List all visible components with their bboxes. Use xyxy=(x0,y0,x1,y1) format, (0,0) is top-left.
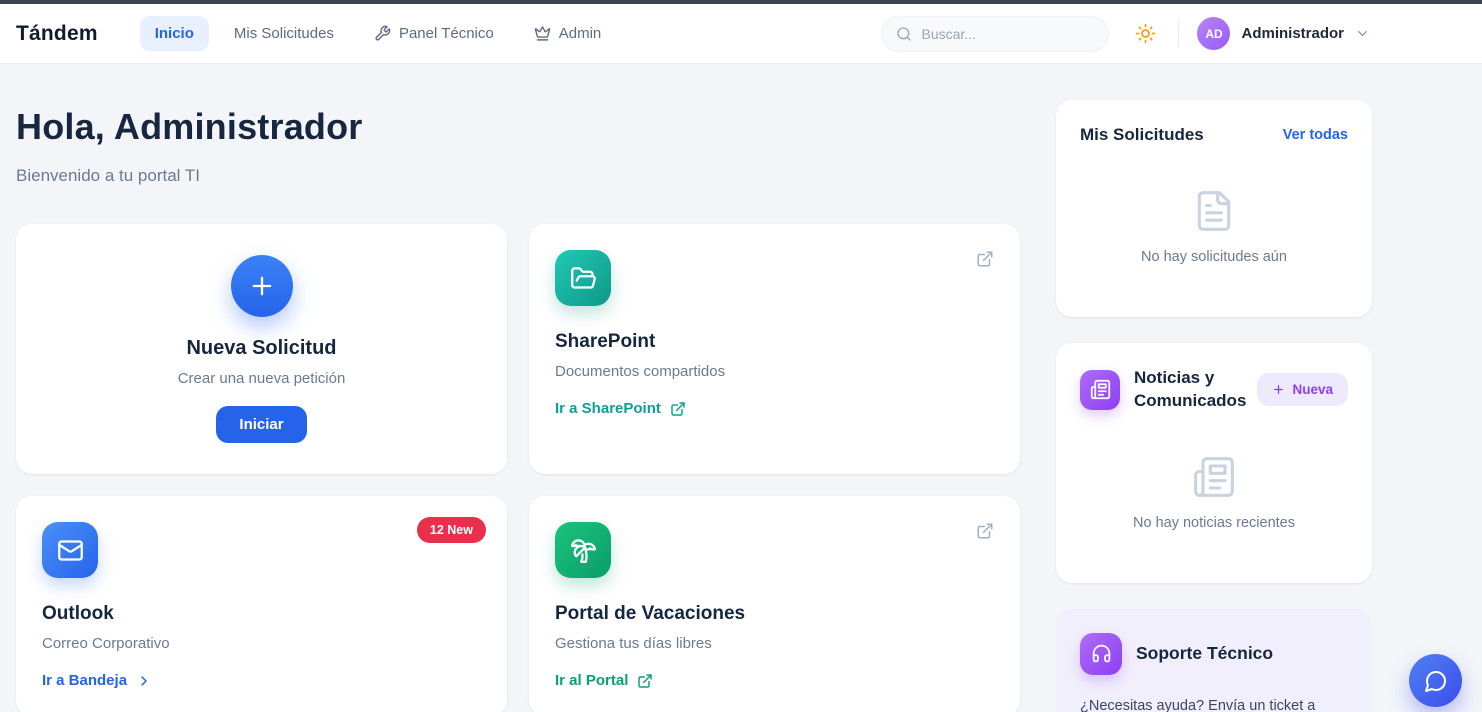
headset-icon xyxy=(1080,633,1122,675)
empty-text: No hay noticias recientes xyxy=(1080,515,1348,531)
content-column: Hola, Administrador Bienvenido a tu port… xyxy=(16,100,1020,712)
search-input[interactable] xyxy=(921,26,1094,42)
external-link-icon xyxy=(637,673,653,689)
nav-item-admin[interactable]: Admin xyxy=(519,16,617,51)
external-link-icon[interactable] xyxy=(976,250,994,268)
newspaper-icon xyxy=(1192,455,1236,499)
nav-item-inicio[interactable]: Inicio xyxy=(140,16,209,51)
nueva-noticia-button[interactable]: Nueva xyxy=(1257,373,1348,406)
search-box[interactable] xyxy=(881,16,1109,52)
message-bubble-icon xyxy=(1424,669,1448,693)
external-link-icon[interactable] xyxy=(976,522,994,540)
brand-logo: Tándem xyxy=(16,22,98,46)
file-text-icon xyxy=(1192,189,1236,233)
sidebar-card-soporte: Soporte Técnico ¿Necesitas ayuda? Envía … xyxy=(1056,609,1372,712)
user-menu[interactable]: AD Administrador xyxy=(1197,17,1370,50)
soporte-body-text: ¿Necesitas ayuda? Envía un ticket a nues… xyxy=(1080,695,1348,712)
card-vacaciones[interactable]: Portal de Vacaciones Gestiona tus días l… xyxy=(529,496,1020,712)
folder-open-icon xyxy=(555,250,611,306)
nav-item-label: Mis Solicitudes xyxy=(234,25,334,42)
theme-toggle-button[interactable] xyxy=(1135,23,1156,44)
unread-badge: 12 New xyxy=(417,517,486,543)
button-label: Nueva xyxy=(1292,382,1333,397)
card-subtitle: Crear una nueva petición xyxy=(178,370,346,387)
card-subtitle: Correo Corporativo xyxy=(42,635,481,652)
chat-fab-button[interactable] xyxy=(1409,654,1462,707)
nav-item-label: Inicio xyxy=(155,25,194,42)
sidebar-card-title: Mis Solicitudes xyxy=(1080,124,1204,147)
card-subtitle: Documentos compartidos xyxy=(555,363,994,380)
sidebar-card-title: Noticias y Comunicados xyxy=(1134,367,1257,413)
card-subtitle: Gestiona tus días libres xyxy=(555,635,994,652)
sun-icon xyxy=(1135,23,1156,44)
nav-item-label: Admin xyxy=(559,25,602,42)
link-label: Ir al Portal xyxy=(555,672,628,689)
sidebar-card-noticias: Noticias y Comunicados Nueva No hay noti… xyxy=(1056,343,1372,583)
nav-item-panel-tecnico[interactable]: Panel Técnico xyxy=(359,16,509,51)
wrench-icon xyxy=(374,25,391,42)
user-name: Administrador xyxy=(1241,25,1344,42)
navbar: Tándem Inicio Mis Solicitudes Panel Técn… xyxy=(0,4,1482,64)
sidebar: Mis Solicitudes Ver todas No hay solicit… xyxy=(1056,100,1372,712)
chevron-down-icon xyxy=(1355,26,1370,41)
vacaciones-link[interactable]: Ir al Portal xyxy=(555,672,653,689)
chevron-right-icon xyxy=(136,673,152,689)
nav-item-label: Panel Técnico xyxy=(399,25,494,42)
new-request-circle[interactable] xyxy=(231,255,293,317)
nav-item-mis-solicitudes[interactable]: Mis Solicitudes xyxy=(219,16,349,51)
crown-icon xyxy=(534,25,551,42)
search-icon xyxy=(896,26,912,42)
page-subtitle: Bienvenido a tu portal TI xyxy=(16,166,1020,186)
outlook-link[interactable]: Ir a Bandeja xyxy=(42,672,152,689)
navbar-right: AD Administrador xyxy=(881,16,1370,52)
palmtree-icon xyxy=(555,522,611,578)
sidebar-card-solicitudes: Mis Solicitudes Ver todas No hay solicit… xyxy=(1056,100,1372,317)
iniciar-button[interactable]: Iniciar xyxy=(216,406,306,443)
card-title: Portal de Vacaciones xyxy=(555,603,994,625)
card-title: Nueva Solicitud xyxy=(186,337,336,360)
cards-row-1: Nueva Solicitud Crear una nueva petición… xyxy=(16,224,1020,474)
card-outlook[interactable]: 12 New Outlook Correo Corporativo Ir a B… xyxy=(16,496,507,712)
noticias-empty-state: No hay noticias recientes xyxy=(1080,413,1348,559)
main-content: Hola, Administrador Bienvenido a tu port… xyxy=(0,64,1482,712)
navbar-divider xyxy=(1178,21,1179,47)
card-title: Outlook xyxy=(42,603,481,625)
sidebar-card-title: Soporte Técnico xyxy=(1136,642,1273,666)
card-nueva-solicitud[interactable]: Nueva Solicitud Crear una nueva petición… xyxy=(16,224,507,474)
card-sharepoint[interactable]: SharePoint Documentos compartidos Ir a S… xyxy=(529,224,1020,474)
main-nav: Inicio Mis Solicitudes Panel Técnico Adm… xyxy=(140,16,617,51)
page-title: Hola, Administrador xyxy=(16,106,1020,148)
cards-row-2: 12 New Outlook Correo Corporativo Ir a B… xyxy=(16,496,1020,712)
newspaper-icon xyxy=(1080,370,1120,410)
avatar: AD xyxy=(1197,17,1230,50)
plus-icon xyxy=(248,272,276,300)
link-label: Ir a Bandeja xyxy=(42,672,127,689)
empty-text: No hay solicitudes aún xyxy=(1080,249,1348,265)
solicitudes-empty-state: No hay solicitudes aún xyxy=(1080,147,1348,293)
card-title: SharePoint xyxy=(555,331,994,353)
link-label: Ir a SharePoint xyxy=(555,400,661,417)
plus-icon xyxy=(1272,383,1285,396)
ver-todas-link[interactable]: Ver todas xyxy=(1283,127,1348,143)
external-link-icon xyxy=(670,401,686,417)
sharepoint-link[interactable]: Ir a SharePoint xyxy=(555,400,686,417)
mail-icon xyxy=(42,522,98,578)
